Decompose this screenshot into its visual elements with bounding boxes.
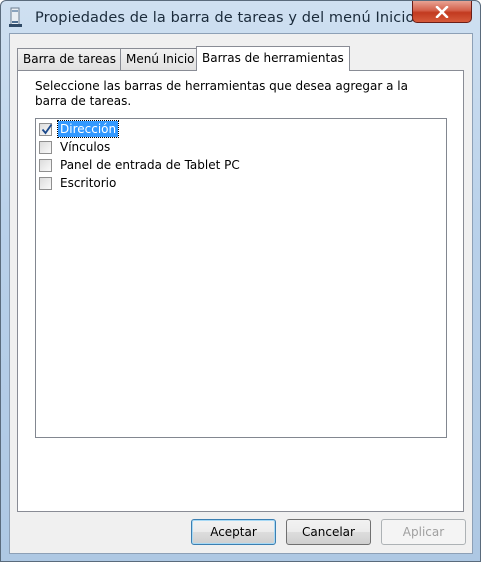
vinculos-checkbox[interactable] [39, 140, 52, 154]
toolbars-list[interactable]: Dirección Vínculos Panel de entrada de T… [35, 118, 447, 438]
list-item-direccion[interactable]: Dirección [39, 120, 120, 138]
title-bar[interactable]: Propiedades de la barra de tareas y del … [1, 1, 480, 35]
list-item-vinculos[interactable]: Vínculos [39, 138, 112, 156]
list-item-label: Panel de entrada de Tablet PC [60, 158, 240, 172]
list-item-tablet-pc[interactable]: Panel de entrada de Tablet PC [39, 156, 242, 174]
tab-strip: Barra de tareas Menú Inicio Barras de he… [17, 46, 457, 71]
list-item-label: Dirección [56, 120, 120, 138]
list-item-label: Vínculos [60, 140, 111, 154]
ok-button[interactable]: Aceptar [191, 519, 276, 545]
tab-menu-inicio[interactable]: Menú Inicio [120, 48, 197, 70]
tab-barras-de-herramientas[interactable]: Barras de herramientas [196, 46, 350, 71]
escritorio-checkbox[interactable] [39, 176, 52, 190]
close-button[interactable] [412, 1, 472, 23]
direccion-checkbox[interactable] [39, 122, 53, 136]
close-icon [435, 5, 449, 18]
tab-barra-de-tareas[interactable]: Barra de tareas [17, 48, 121, 70]
properties-window: Propiedades de la barra de tareas y del … [0, 0, 481, 562]
taskbar-properties-icon [9, 7, 25, 27]
check-icon [41, 123, 53, 134]
list-item-label: Escritorio [60, 176, 117, 190]
toolbars-tab-panel: Seleccione las barras de herramientas qu… [17, 70, 464, 512]
tablet-pc-checkbox[interactable] [39, 158, 52, 172]
window-title: Propiedades de la barra de tareas y del … [35, 10, 415, 26]
cancel-button[interactable]: Cancelar [286, 519, 371, 545]
toolbars-description: Seleccione las barras de herramientas qu… [35, 79, 408, 108]
list-item-escritorio[interactable]: Escritorio [39, 174, 118, 192]
apply-button[interactable]: Aplicar [381, 519, 466, 545]
dialog-client-area: Barra de tareas Menú Inicio Barras de he… [9, 33, 473, 554]
